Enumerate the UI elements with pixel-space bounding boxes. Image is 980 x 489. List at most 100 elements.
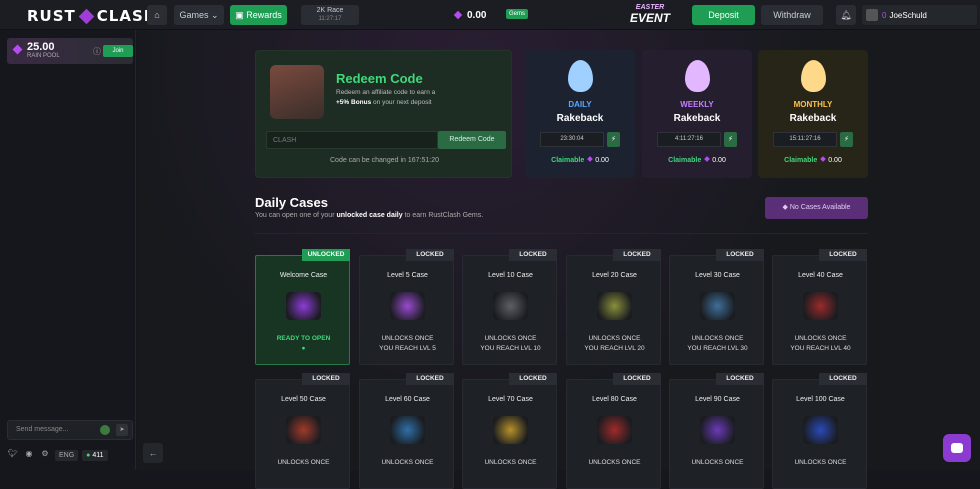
case-box-icon xyxy=(597,416,632,444)
claim-bolt-button[interactable]: ⚡︎ xyxy=(840,132,853,147)
rakeback-period: MONTHLY xyxy=(793,100,833,109)
daily-cases-subtitle: You can open one of your unlocked case d… xyxy=(255,212,483,219)
case-card[interactable]: UNLOCKED Welcome Case READY TO OPEN ● xyxy=(255,249,350,365)
case-status-line1: READY TO OPEN xyxy=(276,335,331,342)
rakeback-claimable: Claimable 0.00 xyxy=(758,156,868,164)
case-status-line1: UNLOCKS ONCE xyxy=(794,459,847,466)
case-card[interactable]: LOCKED Level 100 Case UNLOCKS ONCE xyxy=(772,373,868,489)
no-cases-label: No Cases Available xyxy=(789,204,851,211)
case-box-icon xyxy=(493,416,528,444)
case-box-icon xyxy=(700,292,735,320)
character-image xyxy=(270,65,324,119)
gem-icon xyxy=(704,156,711,162)
withdraw-button[interactable]: Withdraw xyxy=(761,5,823,25)
case-card[interactable]: LOCKED Level 90 Case UNLOCKS ONCE xyxy=(669,373,764,489)
code-placeholder: CLASH xyxy=(273,137,297,144)
case-card[interactable]: LOCKED Level 60 Case UNLOCKS ONCE xyxy=(359,373,454,489)
case-card[interactable]: LOCKED Level 30 Case UNLOCKS ONCE YOU REA… xyxy=(669,249,765,365)
case-card[interactable]: LOCKED Level 80 Case UNLOCKS ONCE xyxy=(566,373,661,489)
language-selector[interactable]: ENG xyxy=(55,449,79,461)
race-button[interactable]: 2K Race 11:27:17 xyxy=(301,5,359,25)
gem-icon xyxy=(820,156,827,162)
rakeback-claimable: Claimable 0.00 xyxy=(525,156,635,164)
chat-input[interactable]: Send message... ➤ xyxy=(7,420,133,440)
daily-rakeback-card: DAILY Rakeback 23:30:04 ⚡︎ Claimable 0.00 xyxy=(525,50,635,178)
steam-icon[interactable]: ⚙ xyxy=(39,449,51,461)
case-status-line1: UNLOCKS ONCE xyxy=(381,459,434,466)
no-cases-available-button[interactable]: ◆ No Cases Available xyxy=(765,197,868,219)
info-icon[interactable]: ⓘ xyxy=(93,46,101,56)
case-card[interactable]: LOCKED Level 40 Case UNLOCKS ONCE YOU REA… xyxy=(772,249,868,365)
case-name: Level 40 Case xyxy=(798,272,843,279)
case-box-icon xyxy=(700,416,735,444)
emoji-icon[interactable] xyxy=(100,425,110,435)
gems-badge: Gems xyxy=(506,9,529,19)
rewards-button[interactable]: ▣ Rewards xyxy=(230,5,287,25)
case-box-icon xyxy=(390,416,425,444)
collapse-sidebar-button[interactable]: ← xyxy=(143,443,163,463)
logo[interactable]: RUST CLASH xyxy=(27,7,157,25)
easter-egg-icon xyxy=(685,60,710,92)
rakeback-period: WEEKLY xyxy=(680,100,714,109)
easter-egg-icon xyxy=(568,60,593,92)
case-status-tag: LOCKED xyxy=(509,249,557,261)
rain-pool: 25.00 RAIN POOL ⓘ Join xyxy=(7,38,133,64)
case-status-line2: ● xyxy=(301,345,306,352)
case-status: UNLOCKS ONCE xyxy=(463,458,558,468)
gem-icon xyxy=(587,156,594,162)
case-box-icon xyxy=(597,292,632,320)
redeem-description: Redeem an affiliate code to earn a +5% Bo… xyxy=(336,88,506,108)
case-status-line1: UNLOCKS ONCE xyxy=(794,335,847,342)
claim-bolt-button[interactable]: ⚡︎ xyxy=(607,132,620,147)
claim-bolt-button[interactable]: ⚡︎ xyxy=(724,132,737,147)
case-box-icon xyxy=(286,292,321,320)
deposit-button[interactable]: Deposit xyxy=(692,5,755,25)
gem-icon: ◆ xyxy=(782,204,788,211)
discord-icon[interactable]: ◉ xyxy=(23,449,35,461)
case-status: UNLOCKS ONCE YOU REACH LVL 30 xyxy=(670,334,765,354)
case-box-icon xyxy=(803,416,838,444)
case-status: UNLOCKS ONCE xyxy=(773,458,868,468)
code-input[interactable]: CLASH xyxy=(266,131,438,149)
case-card[interactable]: LOCKED Level 50 Case UNLOCKS ONCE xyxy=(255,373,350,489)
send-button[interactable]: ➤ xyxy=(116,424,128,436)
case-box-icon xyxy=(493,292,528,320)
notifications-button[interactable]: 🔔︎ xyxy=(836,5,856,25)
chat-placeholder: Send message... xyxy=(16,426,69,433)
case-box-icon xyxy=(803,292,838,320)
games-dropdown[interactable]: Games ⌄ xyxy=(174,5,224,25)
weekly-rakeback-card: WEEKLY Rakeback 4:11:27:16 ⚡︎ Claimable 0… xyxy=(642,50,752,178)
user-level: 0 xyxy=(882,10,887,20)
sidebar: 25.00 RAIN POOL ⓘ Join xyxy=(0,30,136,470)
online-value: 411 xyxy=(92,451,104,459)
case-status-line1: UNLOCKS ONCE xyxy=(484,459,537,466)
support-chat-button[interactable] xyxy=(943,434,971,462)
case-name: Level 5 Case xyxy=(387,272,428,279)
case-status-tag: UNLOCKED xyxy=(302,249,350,261)
case-card[interactable]: LOCKED Level 5 Case UNLOCKS ONCE YOU REAC… xyxy=(359,249,454,365)
redeem-code-button[interactable]: Redeem Code xyxy=(438,131,506,149)
case-card[interactable]: LOCKED Level 20 Case UNLOCKS ONCE YOU REA… xyxy=(566,249,661,365)
case-name: Level 20 Case xyxy=(592,272,637,279)
case-status-tag: LOCKED xyxy=(716,373,764,385)
join-rain-button[interactable]: Join xyxy=(103,45,133,57)
home-button[interactable]: ⌂ xyxy=(147,5,167,25)
redeem-desc2: on your next deposit xyxy=(373,99,432,106)
user-menu[interactable]: 0 JoeSchuld xyxy=(862,5,977,25)
claimable-amount: 0.00 xyxy=(712,157,726,164)
case-card[interactable]: LOCKED Level 10 Case UNLOCKS ONCE YOU REA… xyxy=(462,249,557,365)
easter-event-banner[interactable]: EASTER EVENT xyxy=(625,3,675,27)
case-status: UNLOCKS ONCE YOU REACH LVL 40 xyxy=(773,334,868,354)
case-name: Level 90 Case xyxy=(695,396,740,403)
redeem-desc1: Redeem an affiliate code to earn a xyxy=(336,89,436,96)
case-status-line1: UNLOCKS ONCE xyxy=(588,335,641,342)
case-card[interactable]: LOCKED Level 70 Case UNLOCKS ONCE xyxy=(462,373,558,489)
avatar xyxy=(866,9,878,21)
claimable-label: Claimable xyxy=(551,157,585,164)
logo-gem-icon xyxy=(78,8,95,25)
case-status-tag: LOCKED xyxy=(716,249,764,261)
games-label: Games xyxy=(179,10,209,20)
claimable-label: Claimable xyxy=(668,157,702,164)
twitter-icon[interactable]: 🐦︎ xyxy=(7,449,19,461)
case-status-tag: LOCKED xyxy=(613,373,661,385)
